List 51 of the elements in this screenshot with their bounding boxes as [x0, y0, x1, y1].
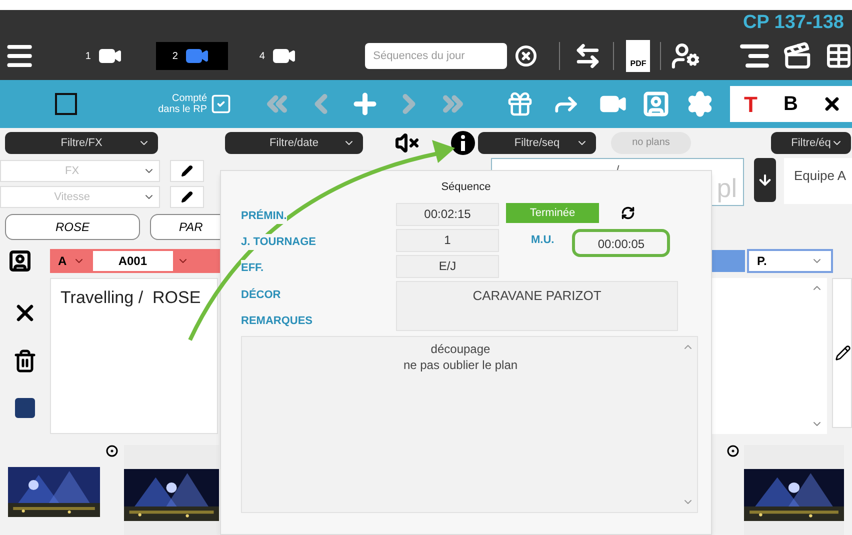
edit-button[interactable] — [170, 160, 204, 182]
pdf-icon[interactable]: PDF — [626, 40, 650, 72]
filter-dropdown[interactable]: Filtre/FX — [5, 132, 158, 154]
filter-dropdown[interactable]: Filtre/date — [225, 132, 363, 154]
description-field[interactable]: Travelling / ROSE — [50, 278, 218, 434]
field-label: PRÉMIN. — [241, 208, 287, 224]
search-field[interactable]: Séquences du jour — [365, 43, 508, 69]
target-icon[interactable] — [727, 445, 739, 457]
shot-code: A001 — [92, 250, 173, 271]
edit-button[interactable] — [170, 186, 204, 208]
pencil-icon — [181, 190, 193, 203]
profile-icon[interactable] — [8, 248, 32, 274]
camera-tab[interactable]: 4 — [243, 42, 316, 70]
mu-value: 00:00:05 — [572, 229, 670, 257]
select-checkbox[interactable] — [55, 93, 77, 115]
project-title: CP 137-138 — [742, 10, 844, 35]
popover-title: Séquence — [441, 180, 491, 195]
field-label: REMARQUES — [241, 314, 314, 328]
decor-field: CARAVANE PARIZOT — [396, 281, 678, 331]
bold-button[interactable]: B — [783, 89, 798, 119]
position-select[interactable]: P. — [747, 248, 833, 273]
field-value: 1 — [396, 229, 499, 252]
counted-checkbox[interactable] — [210, 93, 232, 115]
refresh-icon[interactable] — [621, 206, 635, 220]
text-color-button[interactable]: T — [744, 88, 758, 120]
field-label: M.U. — [531, 233, 554, 248]
gift-icon[interactable] — [506, 90, 534, 118]
pencil-icon — [181, 164, 193, 177]
sketch-icon — [835, 344, 851, 361]
clear-icon[interactable] — [515, 44, 538, 68]
user-settings-icon[interactable] — [671, 41, 700, 71]
filter-dropdown[interactable]: Filtre/éq — [771, 132, 851, 154]
trash-icon[interactable] — [12, 348, 37, 374]
info-icon[interactable] — [451, 130, 475, 155]
camera-letter: A — [58, 252, 67, 270]
field-value: 00:02:15 — [396, 203, 499, 226]
mute-icon[interactable] — [395, 130, 419, 155]
tag-chip[interactable]: ROSE — [5, 214, 140, 240]
thumbnail-card[interactable] — [124, 445, 219, 535]
field-value: E/J — [396, 255, 499, 278]
field-label: DÉCOR — [241, 287, 282, 303]
thumbnail-card[interactable] — [744, 445, 844, 535]
field-label: J. TOURNAGE — [241, 234, 316, 250]
camera-tab[interactable]: 2 — [156, 42, 228, 70]
arrow-down-icon — [757, 172, 773, 188]
counted-label: Compté dans le RP — [157, 93, 207, 115]
down-button[interactable] — [754, 158, 776, 202]
target-icon[interactable] — [106, 445, 118, 457]
camera-tab[interactable]: 1 — [69, 42, 142, 70]
filter-dropdown[interactable]: Filtre/seq — [478, 132, 596, 154]
team-label: Equipe A — [794, 168, 846, 183]
